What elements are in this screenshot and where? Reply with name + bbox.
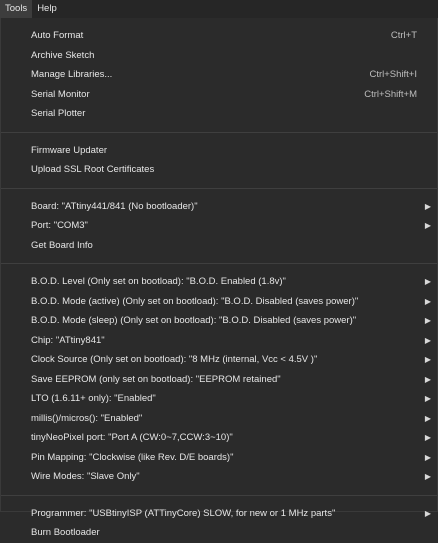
programmer-group: Programmer: "USBtinyISP (ATTinyCore) SLO… <box>1 504 437 543</box>
chevron-right-icon: ▶ <box>424 201 431 211</box>
menu-item-label: Auto Format <box>31 30 84 41</box>
chevron-right-icon: ▶ <box>424 413 431 423</box>
menu-item-get-board-info[interactable]: Get Board Info <box>1 236 437 256</box>
menu-item-label: millis()/micros(): "Enabled" <box>31 412 143 424</box>
menu-item-label: Port: "COM3" <box>31 220 88 231</box>
board-options-group: B.O.D. Level (Only set on bootload): "B.… <box>1 272 437 487</box>
menu-item-label: Firmware Updater <box>31 144 108 156</box>
menu-item-label: Serial Plotter <box>31 108 86 119</box>
menu-item-label: Get Board Info <box>31 239 93 251</box>
menu-item-millis-micros[interactable]: millis()/micros(): "Enabled" ▶ <box>1 409 437 429</box>
shortcut-label: Ctrl+Shift+M <box>364 88 417 100</box>
menu-item-label: Save EEPROM (only set on bootload): "EEP… <box>31 373 281 385</box>
menu-item-archive-sketch[interactable]: Archive Sketch <box>1 46 437 66</box>
separator <box>1 263 437 264</box>
chevron-right-icon: ▶ <box>424 433 431 442</box>
menu-item-label: Board: "ATtiny441/841 (No bootloader)" <box>31 200 198 212</box>
shortcut-label: Ctrl+Shift+I <box>369 69 417 80</box>
menu-item-label: Manage Libraries... <box>31 69 113 80</box>
menu-item-label: Pin Mapping: "Clockwise (like Rev. D/E b… <box>31 451 234 463</box>
menu-item-serial-monitor[interactable]: Serial Monitor Ctrl+Shift+M <box>1 85 437 105</box>
chevron-right-icon: ▶ <box>424 335 431 345</box>
menu-item-tinyneopixel-port[interactable]: tinyNeoPixel port: "Port A (CW:0~7,CCW:3… <box>1 428 437 448</box>
menu-item-serial-plotter[interactable]: Serial Plotter <box>1 104 437 124</box>
menu-item-label: Clock Source (Only set on bootload): "8 … <box>31 354 318 365</box>
menu-item-lto[interactable]: LTO (1.6.11+ only): "Enabled" ▶ <box>1 389 437 409</box>
shortcut-label: Ctrl+T <box>390 30 417 41</box>
chevron-right-icon: ▶ <box>424 374 431 384</box>
menu-item-label: Burn Bootloader <box>31 527 100 538</box>
menu-item-programmer[interactable]: Programmer: "USBtinyISP (ATTinyCore) SLO… <box>1 504 437 524</box>
menu-item-port[interactable]: Port: "COM3" ▶ <box>1 216 437 236</box>
firmware-group: Firmware Updater Upload SSL Root Certifi… <box>1 141 437 180</box>
menu-item-label: Archive Sketch <box>31 49 95 61</box>
chevron-right-icon: ▶ <box>424 394 431 403</box>
menu-item-label: B.O.D. Mode (sleep) (Only set on bootloa… <box>31 315 357 326</box>
chevron-right-icon: ▶ <box>424 221 431 230</box>
menu-item-label: Serial Monitor <box>31 88 90 100</box>
chevron-right-icon: ▶ <box>424 277 431 286</box>
board-group: Board: "ATtiny441/841 (No bootloader)" ▶… <box>1 197 437 256</box>
menu-item-auto-format[interactable]: Auto Format Ctrl+T <box>1 26 437 46</box>
edit-group: Auto Format Ctrl+T Archive Sketch Manage… <box>1 26 437 124</box>
chevron-right-icon: ▶ <box>424 296 431 306</box>
menu-item-save-eeprom[interactable]: Save EEPROM (only set on bootload): "EEP… <box>1 370 437 390</box>
menu-item-burn-bootloader[interactable]: Burn Bootloader <box>1 523 437 543</box>
menu-item-manage-libraries[interactable]: Manage Libraries... Ctrl+Shift+I <box>1 65 437 85</box>
menu-item-label: Upload SSL Root Certificates <box>31 164 155 175</box>
separator <box>1 494 437 496</box>
chevron-right-icon: ▶ <box>424 452 431 462</box>
menu-item-pin-mapping[interactable]: Pin Mapping: "Clockwise (like Rev. D/E b… <box>1 448 437 468</box>
menu-item-label: LTO (1.6.11+ only): "Enabled" <box>31 393 156 404</box>
menu-item-label: Wire Modes: "Slave Only" <box>31 471 140 482</box>
menu-item-board[interactable]: Board: "ATtiny441/841 (No bootloader)" ▶ <box>1 197 437 217</box>
menu-item-chip[interactable]: Chip: "ATtiny841" ▶ <box>1 331 437 351</box>
menu-item-bod-mode-active[interactable]: B.O.D. Mode (active) (Only set on bootlo… <box>1 292 437 312</box>
menu-item-label: tinyNeoPixel port: "Port A (CW:0~7,CCW:3… <box>31 432 233 443</box>
menu-item-firmware-updater[interactable]: Firmware Updater <box>1 141 437 161</box>
menu-item-label: B.O.D. Mode (active) (Only set on bootlo… <box>31 295 359 307</box>
separator <box>1 187 437 189</box>
menu-item-bod-level[interactable]: B.O.D. Level (Only set on bootload): "B.… <box>1 272 437 292</box>
menu-item-label: B.O.D. Level (Only set on bootload): "B.… <box>31 276 286 287</box>
separator <box>1 131 437 133</box>
tools-dropdown-menu: Auto Format Ctrl+T Archive Sketch Manage… <box>0 18 438 538</box>
menu-item-upload-ssl-certificates[interactable]: Upload SSL Root Certificates <box>1 160 437 180</box>
chevron-right-icon: ▶ <box>424 355 431 364</box>
menu-item-wire-modes[interactable]: Wire Modes: "Slave Only" ▶ <box>1 467 437 487</box>
menu-help[interactable]: Help <box>32 0 62 18</box>
menu-item-label: Programmer: "USBtinyISP (ATTinyCore) SLO… <box>31 507 336 519</box>
menu-item-bod-mode-sleep[interactable]: B.O.D. Mode (sleep) (Only set on bootloa… <box>1 311 437 331</box>
chevron-right-icon: ▶ <box>424 316 431 325</box>
chevron-right-icon: ▶ <box>424 472 431 481</box>
menu-item-label: Chip: "ATtiny841" <box>31 334 105 346</box>
chevron-right-icon: ▶ <box>424 508 431 518</box>
menu-bar: Tools Help <box>0 0 438 18</box>
menu-item-clock-source[interactable]: Clock Source (Only set on bootload): "8 … <box>1 350 437 370</box>
menu-tools[interactable]: Tools <box>0 0 33 18</box>
